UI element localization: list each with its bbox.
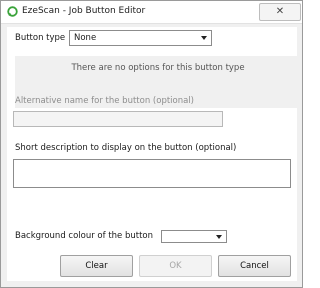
button-type-dropdown[interactable]: None	[69, 30, 212, 46]
clear-button[interactable]: Clear	[60, 255, 133, 277]
close-button[interactable]: ✕	[259, 3, 301, 21]
job-button-editor-window: EzeScan - Job Button Editor ✕ Button typ…	[0, 0, 303, 288]
alt-name-label: Alternative name for the button (optiona…	[15, 96, 195, 106]
button-type-value: None	[74, 33, 97, 43]
dialog-body: Button type None There are no options fo…	[7, 27, 301, 281]
chevron-down-icon	[201, 36, 207, 40]
short-description-input[interactable]	[13, 159, 291, 188]
alt-name-input[interactable]	[13, 111, 223, 127]
no-options-message: There are no options for this button typ…	[71, 63, 245, 73]
button-type-label: Button type	[15, 33, 66, 43]
window-title: EzeScan - Job Button Editor	[22, 6, 146, 16]
chevron-down-icon	[216, 235, 222, 239]
ok-button[interactable]: OK	[139, 255, 212, 277]
short-description-label: Short description to display on the butt…	[15, 143, 237, 153]
background-colour-label: Background colour of the button	[15, 231, 154, 241]
cancel-button[interactable]: Cancel	[218, 255, 291, 277]
close-icon: ✕	[275, 6, 285, 17]
ezescan-app-icon	[7, 6, 18, 17]
title-bar: EzeScan - Job Button Editor ✕	[1, 1, 302, 24]
background-colour-dropdown[interactable]	[161, 230, 227, 243]
